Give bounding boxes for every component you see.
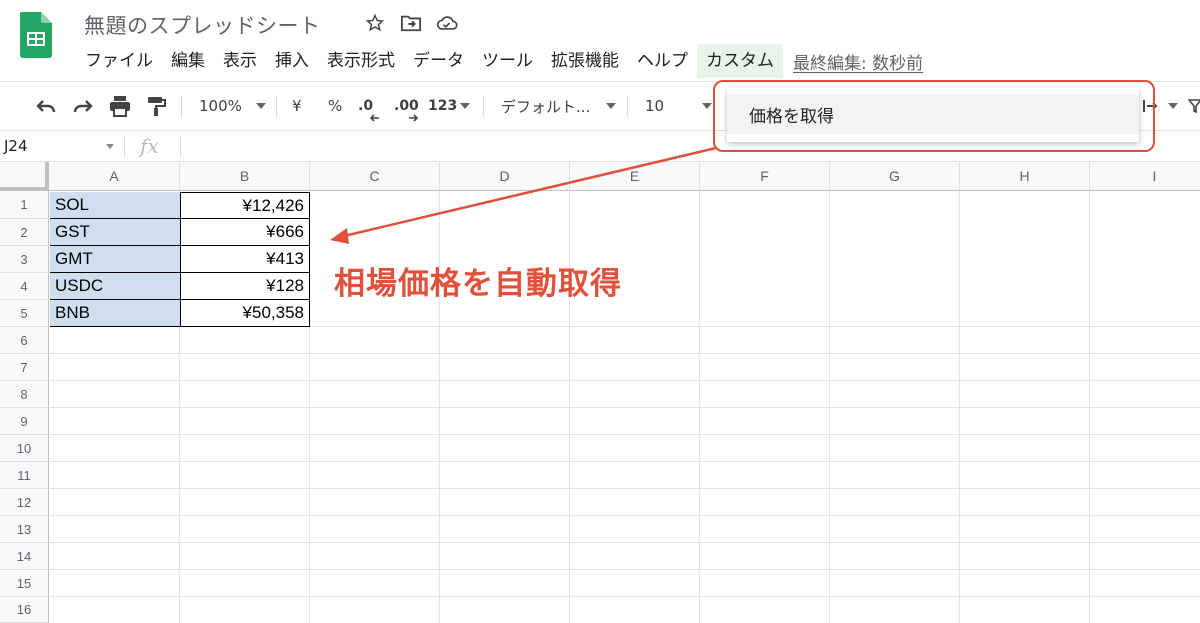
row-header-1[interactable]: 1 bbox=[0, 191, 49, 219]
document-title[interactable]: 無題のスプレッドシート bbox=[84, 10, 321, 40]
number-format-select[interactable]: 123 bbox=[428, 82, 471, 130]
currency-label: ¥ bbox=[292, 97, 302, 115]
row-header-8[interactable]: 8 bbox=[0, 381, 49, 408]
chevron-down-icon bbox=[606, 103, 617, 109]
chevron-down-icon bbox=[255, 103, 266, 109]
undo-icon[interactable] bbox=[34, 82, 58, 130]
column-header-g[interactable]: G bbox=[830, 162, 960, 191]
zoom-value: 100% bbox=[199, 97, 242, 115]
currency-format-button[interactable]: ¥ bbox=[292, 82, 302, 130]
font-size-select[interactable]: 10 bbox=[645, 82, 713, 130]
row-header-13[interactable]: 13 bbox=[0, 516, 49, 543]
menu-custom[interactable]: カスタム bbox=[697, 44, 783, 78]
number-format-label: 123 bbox=[428, 98, 458, 114]
zoom-select[interactable]: 100% bbox=[199, 82, 266, 130]
paint-format-icon[interactable] bbox=[145, 82, 167, 130]
name-box[interactable]: J24 bbox=[4, 137, 28, 155]
cell-b4[interactable]: ¥128 bbox=[180, 273, 310, 300]
menu-tools[interactable]: ツール bbox=[473, 44, 542, 78]
cell-b2[interactable]: ¥666 bbox=[180, 219, 310, 246]
column-header-h[interactable]: H bbox=[960, 162, 1090, 191]
font-size-value: 10 bbox=[645, 97, 665, 115]
row-header-4[interactable]: 4 bbox=[0, 273, 49, 300]
move-folder-icon[interactable] bbox=[400, 12, 422, 34]
highlight-box bbox=[713, 80, 1155, 152]
cell-b1[interactable]: ¥12,426 bbox=[180, 192, 310, 219]
font-family-value: デフォルト... bbox=[501, 97, 591, 116]
percent-format-button[interactable]: % bbox=[328, 82, 342, 130]
row-header-3[interactable]: 3 bbox=[0, 246, 49, 273]
menu-format[interactable]: 表示形式 bbox=[318, 44, 404, 78]
sheets-logo-icon[interactable] bbox=[20, 12, 52, 58]
filter-icon[interactable] bbox=[1188, 82, 1200, 130]
cell-a3[interactable]: GMT bbox=[50, 246, 180, 273]
last-edit-link[interactable]: 最終編集: 数秒前 bbox=[793, 49, 923, 74]
row-header-11[interactable]: 11 bbox=[0, 462, 49, 489]
column-header-d[interactable]: D bbox=[440, 162, 570, 191]
menu-help[interactable]: ヘルプ bbox=[628, 44, 697, 78]
cell-b5[interactable]: ¥50,358 bbox=[180, 300, 310, 327]
row-header-10[interactable]: 10 bbox=[0, 435, 49, 462]
cell-a4[interactable]: USDC bbox=[50, 273, 180, 300]
row-header-14[interactable]: 14 bbox=[0, 543, 49, 570]
chevron-down-icon bbox=[1168, 103, 1178, 109]
row-header-15[interactable]: 15 bbox=[0, 570, 49, 597]
chevron-down-icon[interactable] bbox=[106, 144, 114, 149]
column-header-i[interactable]: I bbox=[1090, 162, 1200, 191]
row-header-5[interactable]: 5 bbox=[0, 300, 49, 327]
cell-b3[interactable]: ¥413 bbox=[180, 246, 310, 273]
menu-view[interactable]: 表示 bbox=[214, 44, 266, 78]
redo-icon[interactable] bbox=[71, 82, 95, 130]
row-header-9[interactable]: 9 bbox=[0, 408, 49, 435]
column-header-f[interactable]: F bbox=[700, 162, 830, 191]
menu-extensions[interactable]: 拡張機能 bbox=[542, 44, 628, 78]
annotation-text: 相場価格を自動取得 bbox=[334, 266, 622, 302]
menu-data[interactable]: データ bbox=[404, 44, 473, 78]
chevron-down-icon bbox=[460, 103, 471, 109]
menu-insert[interactable]: 挿入 bbox=[266, 44, 318, 78]
font-family-select[interactable]: デフォルト... bbox=[501, 82, 617, 130]
arrow-right-icon bbox=[409, 114, 418, 122]
cell-a2[interactable]: GST bbox=[50, 219, 180, 246]
menu-file[interactable]: ファイル bbox=[76, 44, 162, 78]
menu-edit[interactable]: 編集 bbox=[162, 44, 214, 78]
percent-label: % bbox=[328, 97, 343, 115]
fx-icon: fx bbox=[140, 134, 159, 158]
row-header-16[interactable]: 16 bbox=[0, 597, 49, 623]
increase-decimal-button[interactable]: .00 bbox=[394, 82, 419, 130]
cell-a1[interactable]: SOL bbox=[50, 192, 180, 219]
select-all-corner[interactable] bbox=[0, 162, 49, 191]
column-header-c[interactable]: C bbox=[310, 162, 440, 191]
decrease-decimal-button[interactable]: .0 bbox=[358, 82, 379, 130]
chevron-down-icon bbox=[702, 103, 713, 109]
row-header-7[interactable]: 7 bbox=[0, 354, 49, 381]
row-header-2[interactable]: 2 bbox=[0, 219, 49, 246]
print-icon[interactable] bbox=[108, 82, 132, 130]
cell-a5[interactable]: BNB bbox=[50, 300, 180, 327]
cloud-saved-icon[interactable] bbox=[436, 12, 458, 34]
column-header-a[interactable]: A bbox=[49, 162, 180, 191]
spreadsheet-grid[interactable]: A B C D E F G H I 1 2 3 4 5 6 7 8 9 10 1… bbox=[0, 162, 1200, 623]
star-icon[interactable] bbox=[364, 12, 386, 34]
column-header-b[interactable]: B bbox=[180, 162, 310, 191]
menu-bar: ファイル 編集 表示 挿入 表示形式 データ ツール 拡張機能 ヘルプ カスタム… bbox=[76, 44, 923, 78]
row-header-12[interactable]: 12 bbox=[0, 489, 49, 516]
row-header-6[interactable]: 6 bbox=[0, 327, 49, 354]
column-header-e[interactable]: E bbox=[570, 162, 700, 191]
arrow-left-icon bbox=[370, 114, 379, 122]
